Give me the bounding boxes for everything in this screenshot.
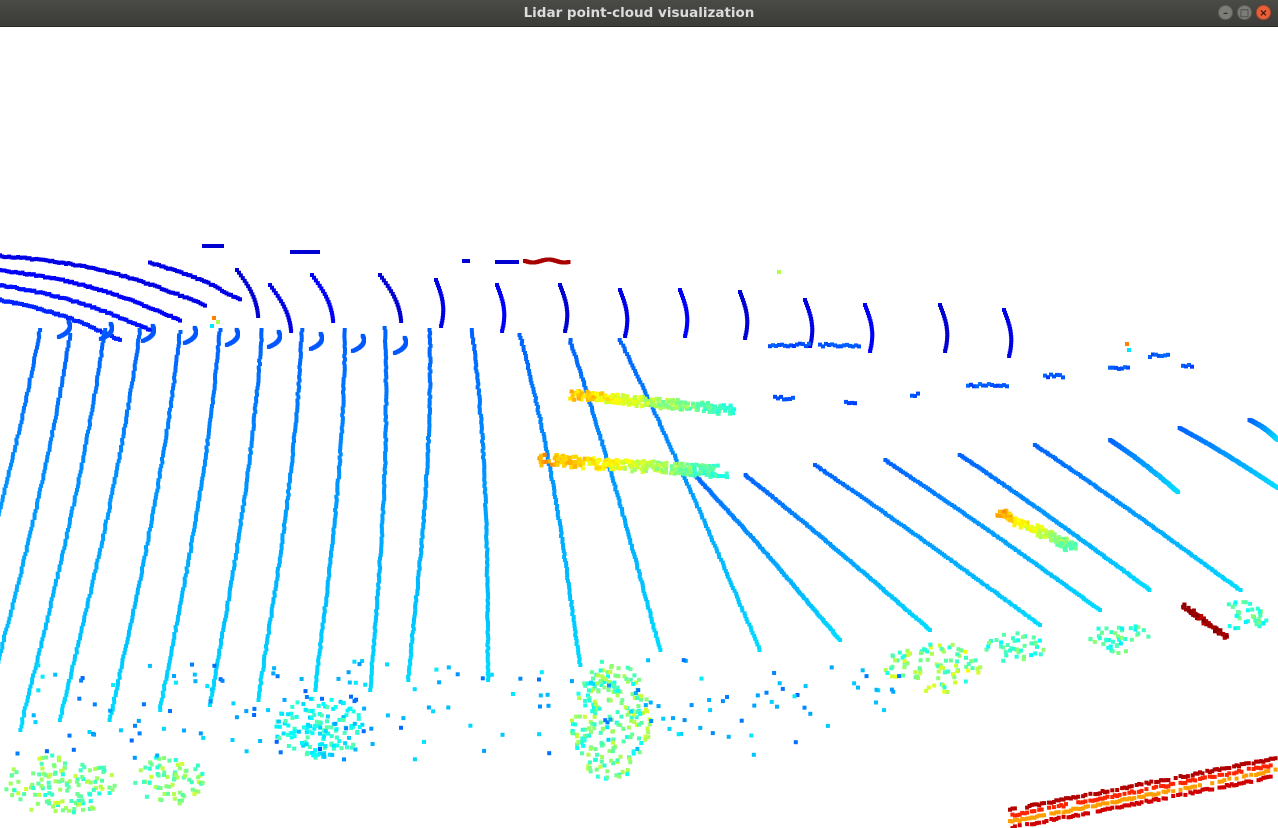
point-cloud-canvas[interactable] xyxy=(0,28,1278,828)
window-title: Lidar point-cloud visualization xyxy=(523,5,755,21)
minimize-icon[interactable]: – xyxy=(1218,5,1233,20)
close-icon[interactable]: × xyxy=(1256,5,1271,20)
point-cloud-viewport[interactable] xyxy=(0,28,1278,828)
title-bar[interactable]: Lidar point-cloud visualization – □ × xyxy=(0,0,1278,27)
app-window: Lidar point-cloud visualization – □ × xyxy=(0,0,1278,828)
maximize-icon[interactable]: □ xyxy=(1237,5,1252,20)
